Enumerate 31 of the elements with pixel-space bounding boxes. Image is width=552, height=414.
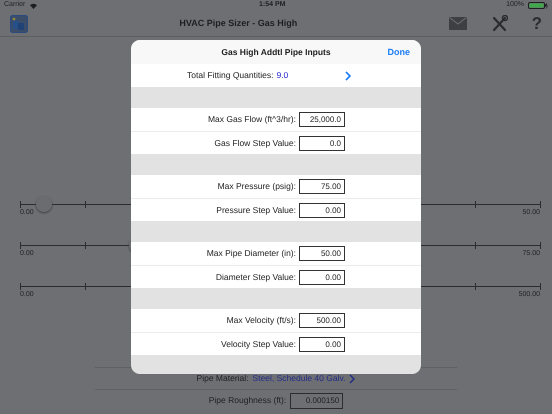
input-field[interactable]: 0.00 [299,202,345,218]
field-label: Pressure Step Value: [215,204,296,216]
field-label: Max Velocity (ft/s): [226,314,296,327]
nav-title: HVAC Pipe Sizer - Gas High [179,16,298,30]
mail-icon[interactable] [448,17,467,30]
fitting-value: 9.0 [276,69,288,82]
input-field[interactable]: 25,000.0 [299,112,345,127]
chevron-icon[interactable] [345,70,351,80]
field-label: Max Gas Flow (ft^3/hr): [206,113,296,126]
input-field[interactable]: 0.00 [299,270,345,284]
input-field[interactable]: 500.00 [299,313,345,328]
field-label: Max Pressure (psig): [216,180,296,193]
field-label: Diameter Step Value: [214,270,296,284]
field-label: Pipe Roughness (ft): [208,394,286,407]
dialog-title: Gas High Addtl Pipe Inputs [221,46,331,58]
battery-icon [528,2,548,9]
chevron-icon[interactable] [349,374,356,384]
input-field[interactable]: 50.00 [299,246,345,261]
input-field[interactable]: 0.0 [299,136,345,150]
field-label: Gas Flow Step Value: [213,136,296,150]
app-icon[interactable] [10,14,28,32]
slider-thumb[interactable] [36,196,52,212]
tools-icon[interactable] [490,15,508,32]
input-field[interactable]: 75.00 [299,179,345,194]
wifi-icon [29,2,38,9]
done-button[interactable]: Done [388,46,410,60]
field-label: Velocity Step Value: [220,338,296,350]
fitting-label: Total Fitting Quantities: [187,69,274,82]
field-label: Pipe Material: [196,372,249,385]
input-field[interactable]: 0.00 [299,336,345,352]
field-label: Max Pipe Diameter (in): [206,247,296,260]
